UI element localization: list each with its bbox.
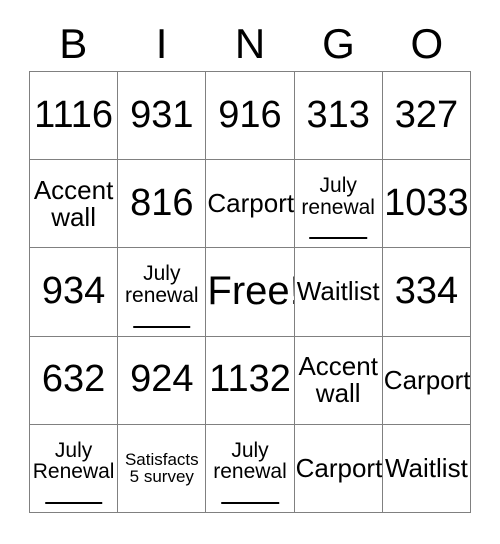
bingo-cell[interactable]: 934 [30, 248, 119, 337]
bingo-cell-label: Satisfacts 5 survey [124, 449, 199, 487]
bingo-cell-label: 931 [130, 93, 194, 136]
bingo-cell[interactable]: Accent wall [30, 160, 119, 249]
bingo-cell[interactable]: 632 [30, 336, 119, 425]
bingo-cell-label: 924 [130, 358, 194, 401]
bingo-cell[interactable]: 931 [118, 72, 207, 161]
bingo-cell-label: July renewal [301, 173, 375, 219]
bingo-cell[interactable]: 916 [206, 72, 295, 161]
bingo-cell-label: July Renewal [32, 438, 115, 484]
bingo-header-letter-o: O [410, 19, 444, 67]
bingo-cell-label: Waitlist [296, 276, 380, 307]
bingo-cell-label: Free! [207, 269, 295, 314]
bingo-cell[interactable]: 816 [118, 160, 207, 249]
signature-line [44, 501, 103, 504]
bingo-cell[interactable]: 924 [118, 336, 207, 425]
bingo-cell-label: Carport [383, 364, 471, 395]
bingo-cell-label: 916 [218, 93, 282, 136]
bingo-cell-label: 313 [306, 93, 370, 136]
bingo-cell-label: 1116 [34, 93, 114, 136]
bingo-cell-label: 334 [394, 270, 459, 313]
bingo-cell-label: 327 [394, 93, 459, 136]
bingo-cell[interactable]: Waitlist [382, 424, 471, 513]
signature-line [221, 501, 279, 504]
bingo-header-letter-i: I [155, 19, 168, 67]
bingo-cell-label: Waitlist [384, 452, 468, 483]
signature-line [309, 237, 367, 240]
bingo-cell[interactable]: 1033 [382, 160, 471, 249]
bingo-cell[interactable]: Carport [294, 424, 383, 513]
bingo-cell-label: Accent wall [33, 174, 114, 232]
bingo-cell-label: July renewal [213, 438, 287, 484]
bingo-cell-label: Carport [207, 188, 295, 219]
bingo-cell[interactable]: 334 [382, 248, 471, 337]
bingo-grid: 1116 931 916 313 327 Accent wall 816 Carport Jul… [29, 71, 471, 513]
bingo-cell-label: 1033 [384, 182, 469, 225]
bingo-cell[interactable]: July renewal [206, 424, 295, 513]
bingo-cell-label: 934 [41, 270, 106, 313]
bingo-cell[interactable]: Accent wall [294, 336, 383, 425]
bingo-cell-label: 632 [41, 358, 106, 401]
bingo-cell-label: July renewal [125, 262, 199, 307]
bingo-cell[interactable]: July renewal [118, 248, 207, 337]
bingo-cell[interactable]: July Renewal [30, 424, 119, 513]
bingo-cell[interactable]: Carport [206, 160, 295, 249]
bingo-cell-label: Accent wall [298, 351, 378, 409]
bingo-header-letter-b: B [59, 19, 88, 67]
bingo-header-letter-n: N [234, 19, 266, 67]
bingo-cell[interactable]: Satisfacts 5 survey [118, 424, 207, 513]
bingo-cell-label: 816 [130, 182, 194, 225]
signature-line [133, 325, 191, 328]
bingo-cell[interactable]: 1132 [206, 336, 295, 425]
bingo-cell[interactable]: 1116 [30, 72, 119, 161]
bingo-cell[interactable]: 327 [382, 72, 471, 161]
bingo-cell[interactable]: Carport [382, 336, 471, 425]
bingo-cell-label: 1132 [209, 358, 291, 401]
bingo-card: B I N G O 1116 931 916 313 327 Accent wall 816… [0, 0, 500, 544]
bingo-header-letter-g: G [322, 19, 355, 67]
bingo-cell[interactable]: July renewal [294, 160, 383, 249]
bingo-cell[interactable]: 313 [294, 72, 383, 161]
bingo-cell-label: Carport [295, 452, 383, 483]
bingo-cell[interactable]: Waitlist [294, 248, 383, 337]
bingo-header-row: B I N G O [29, 16, 471, 71]
bingo-cell[interactable]: Free! [206, 248, 295, 337]
